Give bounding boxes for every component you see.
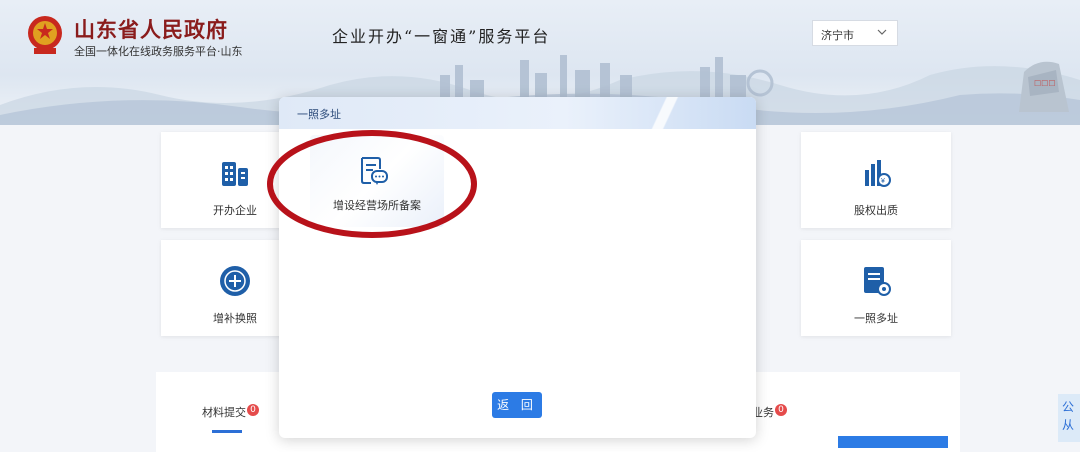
bottom-action-button[interactable] bbox=[838, 436, 948, 448]
back-button[interactable]: 返 回 bbox=[492, 392, 542, 418]
gov-title: 山东省人民政府 bbox=[74, 17, 228, 42]
doc-gear-icon bbox=[864, 267, 891, 296]
count-badge: 0 bbox=[247, 404, 259, 416]
side-float-line: 从 bbox=[1062, 418, 1075, 432]
active-tab-indicator bbox=[212, 430, 242, 433]
tab-business[interactable]: 业务 0 bbox=[752, 404, 787, 420]
count-badge: 0 bbox=[775, 404, 787, 416]
card-label: 一照多址 bbox=[854, 312, 898, 325]
svg-text:☐☐☐: ☐☐☐ bbox=[1034, 79, 1056, 88]
chart-bars-icon: ¥ bbox=[865, 160, 891, 187]
annotation-circle bbox=[267, 130, 477, 238]
side-float-line: 公 bbox=[1062, 400, 1075, 414]
tab-material-submit[interactable]: 材料提交 0 bbox=[202, 404, 259, 420]
platform-title: 企业开办“一窗通”服务平台 bbox=[332, 27, 551, 46]
chevron-down-icon bbox=[877, 29, 887, 35]
modal-header: 一照多址 bbox=[279, 97, 756, 129]
card-guquan-chuzhi[interactable]: ¥ 股权出质 bbox=[801, 132, 951, 228]
tai-mountain-rock-icon: ☐☐☐ bbox=[1019, 61, 1069, 112]
side-float-panel[interactable]: 公 从 bbox=[1058, 394, 1080, 442]
city-select[interactable]: 济宁市 bbox=[812, 20, 898, 46]
card-label: 股权出质 bbox=[854, 204, 898, 217]
card-yizhao-duozhi[interactable]: 一照多址 bbox=[801, 240, 951, 336]
header-decoration bbox=[636, 97, 696, 129]
modal-title: 一照多址 bbox=[297, 108, 341, 121]
building-icon bbox=[222, 162, 248, 186]
city-select-value: 济宁市 bbox=[821, 29, 854, 42]
plus-circle-icon bbox=[220, 266, 250, 296]
gov-subtitle: 全国一体化在线政务服务平台·山东 bbox=[74, 45, 243, 58]
tab-label: 材料提交 bbox=[202, 406, 246, 419]
national-emblem-icon bbox=[28, 16, 62, 54]
svg-text:¥: ¥ bbox=[881, 178, 885, 185]
